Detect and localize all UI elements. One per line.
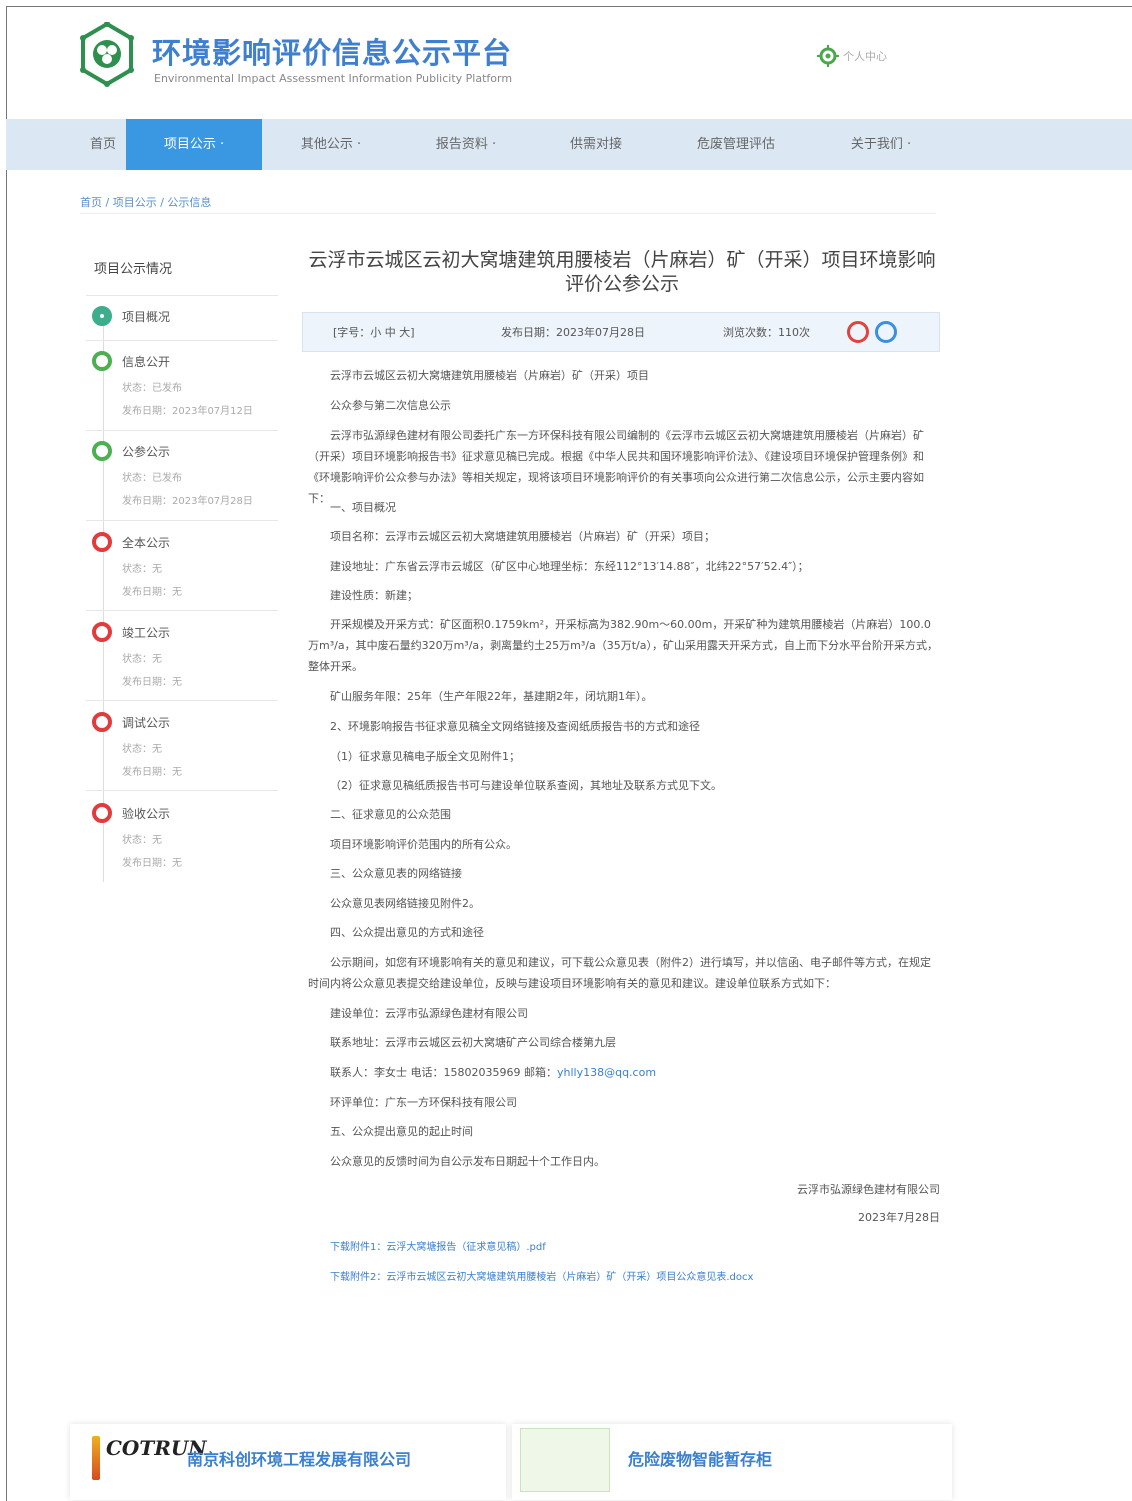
step-status: 状态：无 <box>122 835 162 846</box>
email-link[interactable]: yhlly138@qq.com <box>557 1066 656 1079</box>
contact-text: 联系人：李女士 电话：15802035969 邮箱： <box>330 1066 557 1079</box>
step-status-icon <box>92 622 112 642</box>
divider <box>86 295 278 296</box>
step-status-icon <box>92 351 112 371</box>
nav-supply-demand[interactable]: 供需对接 <box>541 119 651 170</box>
section-heading: 四、公众提出意见的方式和途径 <box>330 926 484 939</box>
paragraph: 公众参与第二次信息公示 <box>330 399 451 412</box>
paragraph: 公众意见表网络链接见附件2。 <box>330 897 480 910</box>
contact-line: 联系人：李女士 电话：15802035969 邮箱：yhlly138@qq.co… <box>330 1064 656 1080</box>
step-label: 竣工公示 <box>122 626 171 640</box>
nav-about-us[interactable]: 关于我们 · <box>826 119 936 170</box>
step-label: 项目概况 <box>122 310 171 324</box>
section-heading: 二、征求意见的公众范围 <box>330 808 451 821</box>
nav-project-publicity[interactable]: 项目公示 · <box>126 119 262 170</box>
cabinet-image <box>520 1428 610 1492</box>
paragraph: 建设地址：广东省云浮市云城区（矿区中心地理坐标：东经112°13′14.88″，… <box>330 560 809 573</box>
section-heading: 三、公众意见表的网络链接 <box>330 867 462 880</box>
divider <box>86 340 278 341</box>
divider <box>86 430 278 431</box>
divider <box>86 520 278 521</box>
nav-hazardous-waste[interactable]: 危废管理评估 <box>671 119 801 170</box>
step-status: 状态：无 <box>122 564 162 575</box>
step-status-icon <box>92 441 112 461</box>
paragraph: 建设单位：云浮市弘源绿色建材有限公司 <box>330 1007 528 1020</box>
step-date: 发布日期：无 <box>122 858 182 869</box>
paragraph: （2）征求意见稿纸质报告书可与建设单位联系查阅，其地址及联系方式见下文。 <box>330 779 722 792</box>
attachment-2-link[interactable]: 下载附件2：云浮市云城区云初大窝塘建筑用腰棱岩（片麻岩）矿（开采）项目公众意见表… <box>330 1268 753 1283</box>
step-status: 状态：已发布 <box>122 383 182 394</box>
step-status: 状态：已发布 <box>122 473 182 484</box>
paragraph: 矿山服务年限：25年（生产年限22年，基建期2年，闭坑期1年）。 <box>330 690 653 703</box>
signature-date: 2023年7月28日 <box>858 1211 940 1224</box>
footer-company-name[interactable]: 南京科创环境工程发展有限公司 <box>187 1446 411 1470</box>
publish-date: 发布日期：2023年07月28日 <box>501 326 645 339</box>
qq-share-icon[interactable] <box>875 321 897 343</box>
nav-home[interactable]: 首页 <box>78 119 128 170</box>
step-status: 状态：无 <box>122 744 162 755</box>
step-date: 发布日期：无 <box>122 767 182 778</box>
paragraph: 联系地址：云浮市云城区云初大窝塘矿产公司综合楼第九层 <box>330 1036 616 1049</box>
section-heading: 五、公众提出意见的起止时间 <box>330 1125 473 1138</box>
step-status-icon <box>92 306 112 326</box>
step-date: 发布日期：2023年07月28日 <box>122 496 253 507</box>
sidebar-title: 项目公示情况 <box>94 262 173 277</box>
paragraph: 公众意见的反馈时间为自公示发布日期起十个工作日内。 <box>330 1155 605 1168</box>
paragraph: 环评单位：广东一方环保科技有限公司 <box>330 1096 517 1109</box>
paragraph: 项目名称：云浮市云城区云初大窝塘建筑用腰棱岩（片麻岩）矿（开采）项目； <box>330 530 715 543</box>
paragraph: （1）征求意见稿电子版全文见附件1； <box>330 750 520 763</box>
personal-center-label: 个人中心 <box>843 50 887 63</box>
step-date: 发布日期：无 <box>122 587 182 598</box>
main-nav: 首页 项目公示 · 其他公示 · 报告资料 · 供需对接 危废管理评估 关于我们… <box>6 119 1132 170</box>
leaf-emblem-icon <box>80 22 134 87</box>
step-date: 发布日期：2023年07月12日 <box>122 406 253 417</box>
paragraph: 开采规模及开采方式：矿区面积0.1759km²，开采标高为382.90m～60.… <box>308 618 938 673</box>
font-size-switch[interactable]: [字号：小 中 大] <box>333 324 415 340</box>
divider <box>86 610 278 611</box>
cotrun-logo-icon <box>92 1436 100 1480</box>
site-subtitle: Environmental Impact Assessment Informat… <box>154 72 513 85</box>
site-title: 环境影响评价信息公示平台 <box>152 36 513 70</box>
paragraph: 云浮市弘源绿色建材有限公司委托广东一方环保科技有限公司编制的《云浮市云城区云初大… <box>308 429 924 505</box>
step-label: 验收公示 <box>122 807 171 821</box>
divider <box>80 213 936 214</box>
footer-product-name[interactable]: 危险废物智能暂存柜 <box>628 1446 772 1470</box>
divider <box>86 700 278 701</box>
attachment-1-link[interactable]: 下载附件1：云浮大窝塘报告（征求意见稿）.pdf <box>330 1238 546 1253</box>
step-label: 信息公开 <box>122 355 171 369</box>
paragraph: 云浮市云城区云初大窝塘建筑用腰棱岩（片麻岩）矿（开采）项目 <box>330 369 649 382</box>
step-label: 全本公示 <box>122 536 171 550</box>
section-heading: 2、环境影响报告书征求意见稿全文网络链接及查阅纸质报告书的方式和途径 <box>330 720 700 733</box>
paragraph: 公示期间，如您有环境影响有关的意见和建议，可下载公众意见表（附件2）进行填写，并… <box>308 956 931 990</box>
step-status-icon <box>92 803 112 823</box>
step-date: 发布日期：无 <box>122 677 182 688</box>
article-title: 云浮市云城区云初大窝塘建筑用腰棱岩（片麻岩）矿（开采）项目环境影响评价公参公示 <box>308 249 936 295</box>
step-label: 公参公示 <box>122 445 171 459</box>
nav-other-publicity[interactable]: 其他公示 · <box>276 119 386 170</box>
step-status: 状态：无 <box>122 654 162 665</box>
divider <box>86 790 278 791</box>
section-heading: 一、项目概况 <box>330 501 396 514</box>
nav-report-materials[interactable]: 报告资料 · <box>406 119 526 170</box>
step-status-icon <box>92 532 112 552</box>
weibo-share-icon[interactable] <box>847 321 869 343</box>
view-count: 浏览次数：110次 <box>723 326 810 339</box>
timeline-line <box>103 316 104 882</box>
gear-icon <box>817 45 839 67</box>
paragraph: 建设性质：新建； <box>330 589 418 602</box>
breadcrumb[interactable]: 首页 / 项目公示 / 公示信息 <box>80 194 211 210</box>
step-status-icon <box>92 712 112 732</box>
step-label: 调试公示 <box>122 716 171 730</box>
paragraph: 项目环境影响评价范围内的所有公众。 <box>330 838 517 851</box>
personal-center-link[interactable]: 个人中心 <box>817 45 887 67</box>
signature-company: 云浮市弘源绿色建材有限公司 <box>797 1183 940 1196</box>
article-info-bar: [字号：小 中 大] 发布日期：2023年07月28日 浏览次数：110次 <box>302 312 940 352</box>
